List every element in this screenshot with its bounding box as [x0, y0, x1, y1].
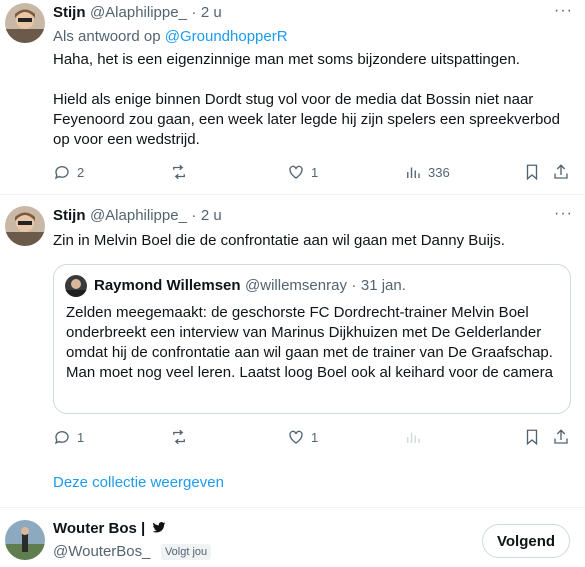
share-button[interactable]	[552, 428, 570, 446]
like-icon	[289, 165, 303, 179]
retweet-icon	[173, 164, 185, 180]
author-handle[interactable]: @Alaphilippe_	[90, 207, 187, 224]
more-icon[interactable]: ···	[554, 205, 573, 223]
tweet-paragraph-1: Haha, het is een eigenzinnige man met so…	[53, 51, 520, 68]
author-name[interactable]: Stijn	[53, 207, 86, 224]
avatar-image	[5, 206, 45, 246]
bookmark-button[interactable]	[523, 428, 541, 446]
like-count: 1	[311, 164, 319, 180]
quote-author-handle[interactable]: @willemsenray	[245, 277, 347, 294]
reply-button[interactable]: 1	[53, 428, 84, 446]
tweet-text: Zin in Melvin Boel die de confrontatie a…	[53, 232, 505, 249]
timestamp[interactable]: 2 u	[201, 4, 222, 21]
separator: ·	[351, 277, 357, 294]
share-icon	[554, 429, 568, 444]
avatar-image	[5, 3, 45, 43]
divider	[0, 507, 585, 508]
view-count: 336	[428, 164, 450, 180]
more-icon[interactable]: ···	[554, 2, 573, 20]
like-button[interactable]: 1	[287, 428, 318, 446]
author-handle[interactable]: @Alaphilippe_	[90, 4, 187, 21]
reply-icon	[54, 166, 69, 180]
tweet-paragraph-2: Hield als enige binnen Dordt stug vol vo…	[53, 91, 560, 148]
following-button[interactable]: Volgend	[482, 524, 570, 558]
profile-name[interactable]: Wouter Bos |	[53, 520, 145, 537]
bookmark-button[interactable]	[523, 163, 541, 181]
avatar-image	[5, 520, 45, 560]
bookmark-icon	[526, 429, 538, 446]
views-icon	[407, 432, 420, 443]
timestamp[interactable]: 2 u	[201, 207, 222, 224]
show-collection-link[interactable]: Deze collectie weergeven	[53, 474, 224, 491]
share-button[interactable]	[552, 163, 570, 181]
separator: ·	[191, 207, 197, 224]
quote-author-name[interactable]: Raymond Willemsen	[94, 277, 241, 294]
separator: ·	[191, 4, 197, 21]
quoted-tweet[interactable]: Raymond Willemsen @willemsenray · 31 jan…	[53, 264, 571, 414]
retweet-button[interactable]	[170, 428, 188, 446]
author-name[interactable]: Stijn	[53, 4, 86, 21]
share-icon	[554, 164, 568, 179]
views-button[interactable]: 336	[404, 163, 450, 181]
quote-text: Zelden meegemaakt: de geschorste FC Dord…	[66, 304, 553, 381]
reply-to-link[interactable]: @GroundhopperR	[165, 28, 288, 45]
divider	[0, 194, 585, 195]
profile-avatar[interactable]	[5, 520, 45, 560]
avatar[interactable]	[5, 3, 45, 43]
reply-button[interactable]: 2	[53, 163, 84, 181]
like-icon	[289, 430, 303, 444]
bookmark-icon	[526, 164, 538, 181]
reply-count: 2	[77, 164, 85, 180]
follows-you-badge: Volgt jou	[160, 543, 212, 560]
retweet-button[interactable]	[170, 163, 188, 181]
retweet-icon	[173, 429, 185, 445]
like-count: 1	[311, 429, 319, 445]
reply-icon	[54, 431, 69, 445]
tweet-text: Haha, het is een eigenzinnige man met so…	[53, 50, 573, 150]
like-button[interactable]: 1	[287, 163, 318, 181]
quote-date[interactable]: 31 jan.	[361, 277, 406, 294]
profile-handle[interactable]: @WouterBos_	[53, 543, 151, 560]
avatar-image	[65, 275, 87, 297]
reply-prefix: Als antwoord op	[53, 28, 161, 45]
twitter-bird-icon	[152, 522, 166, 533]
reply-count: 1	[77, 429, 85, 445]
avatar[interactable]	[5, 206, 45, 246]
views-button[interactable]	[404, 428, 422, 446]
quote-avatar[interactable]	[65, 275, 87, 297]
views-icon	[407, 167, 420, 178]
